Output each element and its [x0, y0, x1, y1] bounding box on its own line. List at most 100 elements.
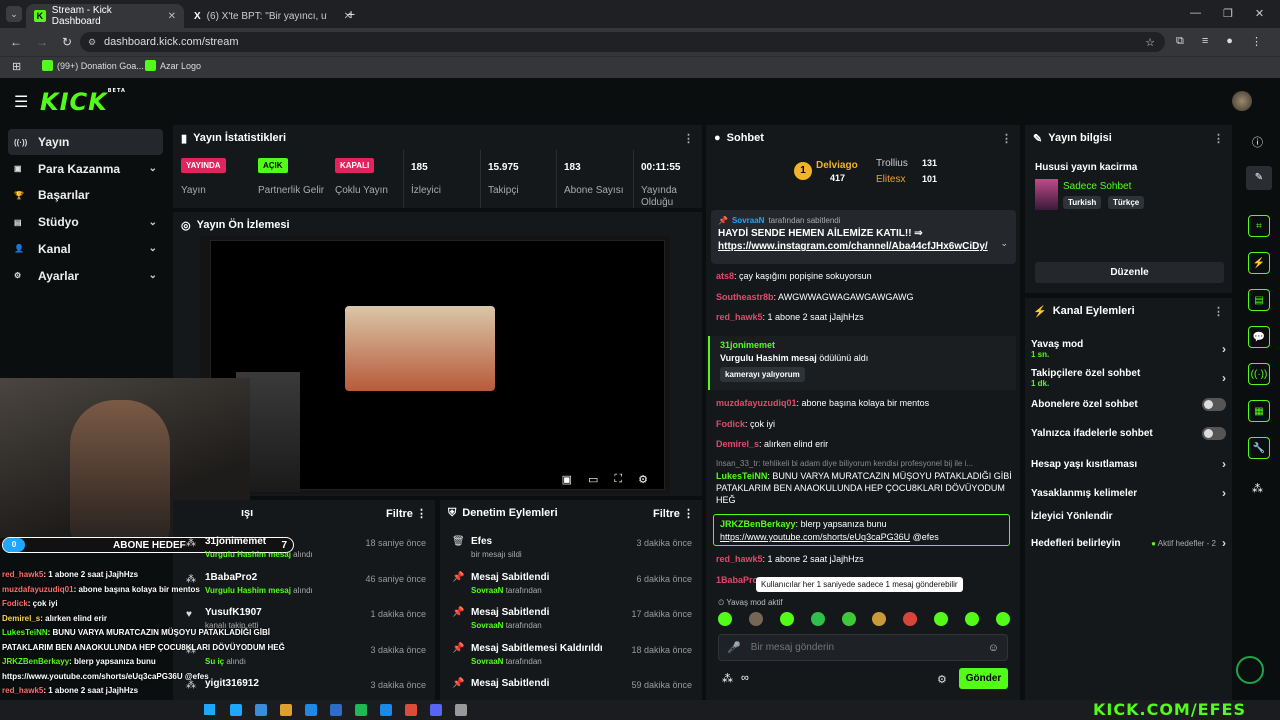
taskbar-app-icon[interactable] [330, 704, 342, 716]
apps-icon[interactable]: ⊞ [12, 60, 21, 73]
activity-user[interactable]: yigit316912 [205, 678, 259, 689]
rail-crop-icon[interactable]: ⌗ [1248, 215, 1270, 237]
emote-icon[interactable] [903, 612, 918, 626]
rail-lightning-icon[interactable]: ⚡ [1248, 252, 1270, 274]
chat-link[interactable]: https://www.youtube.com/shorts/eUq3caPG3… [720, 532, 910, 542]
infinity-icon[interactable]: ∞ [741, 672, 749, 685]
emote-icon[interactable] [841, 612, 856, 626]
emote-icon[interactable] [810, 612, 825, 626]
emote-icon[interactable] [779, 612, 794, 626]
rail-media-icon[interactable]: ▦ [1248, 400, 1270, 422]
chat-username[interactable]: Southeastr8b [716, 292, 774, 302]
info-icon[interactable]: ⓘ [1252, 134, 1263, 150]
rail-bottom-icon[interactable]: ⁂ [1252, 482, 1263, 495]
bookmark-star-icon[interactable]: ☆ [1145, 36, 1155, 49]
taskbar-app-icon[interactable] [230, 704, 242, 716]
emoji-icon[interactable]: ☺ [988, 642, 999, 654]
chevron-right-icon[interactable]: › [1222, 457, 1226, 471]
rail-document-icon[interactable]: ▤ [1248, 289, 1270, 311]
filter-button[interactable]: Filtre ⋮ [653, 507, 694, 520]
channel-action-row[interactable]: İzleyici Yönlendir [1031, 511, 1226, 522]
more-icon[interactable]: ⋮ [1213, 132, 1224, 145]
chevron-right-icon[interactable]: › [1222, 536, 1226, 550]
channel-action-row[interactable]: Hedefleri belirleyin ● Aktif hedefler - 2… [1031, 536, 1226, 550]
stream-preview-video[interactable]: ▣ ▭ ⛶ ⚙ [200, 236, 670, 494]
filter-button[interactable]: Filtre ⋮ [386, 507, 427, 520]
chat-input-box[interactable]: 🎤 ☺ [718, 634, 1008, 661]
sidebar-item-5[interactable]: ⚙ Ayarlar ⌄ [8, 263, 163, 289]
sidebar-item-2[interactable]: 🏆 Başarılar [8, 182, 163, 208]
chat-username[interactable]: JRKZBenBerkayy [720, 519, 796, 529]
taskbar-app-icon[interactable] [355, 704, 367, 716]
profile-icon[interactable]: ● [1226, 35, 1233, 48]
chat-username[interactable]: LukesTeiNN [716, 471, 767, 481]
pinned-message[interactable]: 📌 SovraaN tarafından sabitlendi HAYDİ SEN… [711, 210, 1016, 264]
taskbar-app-icon[interactable] [305, 704, 317, 716]
taskbar-app-icon[interactable] [430, 704, 442, 716]
pip-icon[interactable]: ▣ [562, 473, 572, 486]
emote-icon[interactable] [934, 612, 949, 626]
microphone-icon[interactable]: 🎤 [727, 641, 741, 654]
theater-icon[interactable]: ▭ [588, 473, 598, 486]
toggle-switch[interactable] [1202, 427, 1226, 440]
rail-broadcast-icon[interactable]: ((·)) [1248, 363, 1270, 385]
chevron-down-icon[interactable]: ⌄ [149, 217, 157, 228]
activity-user[interactable]: YusufK1907 [205, 607, 262, 618]
extensions-icon[interactable]: ⧉ [1176, 35, 1184, 48]
fullscreen-icon[interactable]: ⛶ [614, 473, 622, 486]
bookmark-donation[interactable]: (99+) Donation Goa... [42, 60, 144, 71]
chevron-right-icon[interactable]: › [1222, 342, 1226, 356]
emote-icon[interactable] [872, 612, 887, 626]
toggle-switch[interactable] [1202, 398, 1226, 411]
chat-input[interactable] [750, 642, 978, 653]
sidebar-item-3[interactable]: ▤ Stüdyo ⌄ [8, 209, 163, 235]
moderator-name[interactable]: SovraaN [471, 657, 503, 666]
sidebar-item-1[interactable]: ▣ Para Kazanma ⌄ [8, 156, 163, 182]
tab-x-post[interactable]: X (6) X'te BPT: "Bir yayıncı, uyuma ✕ [186, 4, 360, 28]
pinned-link[interactable]: https://www.instagram.com/channel/Aba44c… [718, 241, 1009, 252]
chevron-down-icon[interactable]: ⌄ [149, 270, 157, 281]
settings-icon[interactable]: ⚙ [638, 473, 648, 486]
chat-username[interactable]: muzdafayuzudiq01 [716, 398, 797, 408]
points-icon[interactable]: ⁂ [722, 672, 733, 685]
emote-icon[interactable] [965, 612, 979, 626]
send-button[interactable]: Gönder [959, 668, 1008, 689]
media-icon[interactable]: ≡ [1202, 35, 1208, 48]
site-info-icon[interactable]: ⚙ [88, 37, 96, 48]
forward-icon[interactable]: → [36, 35, 48, 49]
more-icon[interactable]: ⋮ [683, 132, 694, 145]
emote-icon[interactable] [995, 612, 1010, 626]
activity-user[interactable]: 31jonimemet [205, 536, 266, 547]
rail-chat-bubble-icon[interactable]: 💬 [1248, 326, 1270, 348]
hamburger-menu-icon[interactable]: ☰ [14, 92, 28, 112]
emote-icon[interactable] [718, 612, 732, 626]
close-window-icon[interactable]: ✕ [1255, 7, 1264, 20]
channel-action-row[interactable]: Takipçilere özel sohbet 1 dk. › [1031, 368, 1226, 388]
taskbar-app-icon[interactable] [255, 704, 267, 716]
edit-button[interactable]: Düzenle [1035, 262, 1224, 283]
chevron-right-icon[interactable]: › [1222, 371, 1226, 385]
moderator-name[interactable]: SovraaN [471, 621, 503, 630]
moderator-name[interactable]: SovraaN [471, 586, 503, 595]
sidebar-item-4[interactable]: 👤 Kanal ⌄ [8, 236, 163, 262]
more-icon[interactable]: ⋮ [1001, 132, 1012, 145]
url-field[interactable]: ⚙ dashboard.kick.com/stream ☆ [80, 32, 1165, 52]
close-icon[interactable]: ✕ [168, 11, 176, 22]
chevron-down-icon[interactable]: ⌄ [1000, 238, 1008, 249]
menu-icon[interactable]: ⋮ [1251, 35, 1262, 48]
new-tab-button[interactable]: + [347, 6, 355, 22]
chevron-right-icon[interactable]: › [1222, 486, 1226, 500]
chat-username[interactable]: Demirel_s [716, 439, 759, 449]
taskbar-app-icon[interactable] [405, 704, 417, 716]
chat-username[interactable]: ats8 [716, 271, 734, 281]
bookmark-azar-logo[interactable]: Azar Logo [145, 60, 201, 71]
taskbar-app-icon[interactable] [280, 704, 292, 716]
restore-icon[interactable]: ❐ [1223, 7, 1233, 20]
chat-username[interactable]: Fodick [716, 419, 745, 429]
category-name[interactable]: Sadece Sohbet [1063, 181, 1131, 192]
taskbar-app-icon[interactable] [455, 704, 467, 716]
chat-username[interactable]: red_hawk5 [716, 312, 763, 322]
chat-username[interactable]: red_hawk5 [716, 554, 763, 564]
kick-logo[interactable]: KICKBETA [40, 88, 126, 116]
minimize-icon[interactable]: — [1190, 7, 1201, 20]
